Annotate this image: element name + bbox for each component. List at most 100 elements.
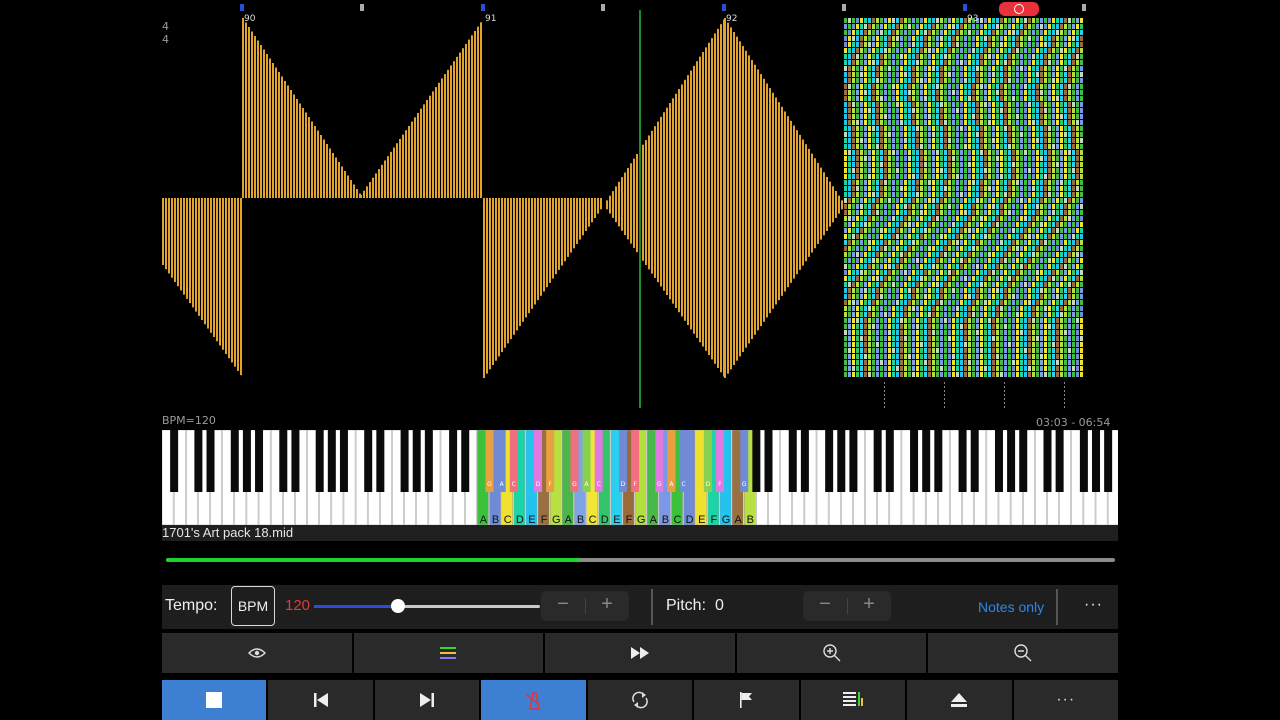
key-note-label[interactable]: D	[686, 514, 694, 525]
eject-button[interactable]	[907, 680, 1012, 720]
tempo-plus-button[interactable]: +	[585, 593, 629, 616]
piano-keys[interactable]: A B C D E F G A B C D E F G A B C D E F G A BG A C D F G A C D F G A C D F G	[162, 430, 1118, 525]
key-note-label[interactable]: A	[565, 514, 573, 525]
black-key-label[interactable]: G	[742, 481, 747, 488]
key-note-label[interactable]: G	[722, 514, 731, 525]
black-key[interactable]	[170, 430, 179, 492]
key-note-label[interactable]: A	[480, 514, 488, 525]
black-key-label[interactable]: F	[718, 481, 722, 488]
key-note-label[interactable]: C	[674, 514, 682, 525]
black-key[interactable]	[242, 430, 251, 492]
key-note-label[interactable]: E	[613, 514, 620, 525]
black-key[interactable]	[206, 430, 215, 492]
tracks-button[interactable]	[800, 680, 906, 720]
key-note-label[interactable]: F	[711, 514, 718, 525]
key-note-label[interactable]: B	[662, 514, 669, 525]
black-key-label[interactable]: C	[597, 481, 601, 488]
black-key[interactable]	[279, 430, 288, 492]
black-key[interactable]	[412, 430, 421, 492]
loop-button[interactable]	[587, 680, 693, 720]
black-key[interactable]	[339, 430, 348, 492]
tempo-slider[interactable]	[314, 599, 540, 613]
black-key[interactable]	[449, 430, 458, 492]
skip-forward-button[interactable]	[374, 680, 480, 720]
key-note-label[interactable]: E	[528, 514, 535, 525]
black-key[interactable]	[752, 430, 761, 492]
black-key[interactable]	[825, 430, 834, 492]
black-key[interactable]	[424, 430, 433, 492]
tempo-minus-button[interactable]: −	[541, 593, 585, 616]
key-note-label[interactable]: C	[589, 514, 597, 525]
zoom-in-button[interactable]	[736, 633, 927, 673]
black-key[interactable]	[958, 430, 967, 492]
black-key[interactable]	[1019, 430, 1028, 492]
pitch-plus-button[interactable]: +	[847, 593, 891, 616]
black-key-label[interactable]: D	[621, 481, 626, 488]
black-key[interactable]	[885, 430, 894, 492]
black-key[interactable]	[230, 430, 239, 492]
black-key[interactable]	[1079, 430, 1088, 492]
pitch-stepper[interactable]: − +	[803, 591, 891, 621]
skip-back-button[interactable]	[268, 680, 373, 720]
black-key[interactable]	[934, 430, 943, 492]
black-key-label[interactable]: G	[487, 481, 492, 488]
piano-roll[interactable]: 4 4 90 91 92 93	[162, 0, 1118, 410]
black-key[interactable]	[910, 430, 919, 492]
key-note-label[interactable]: G	[637, 514, 646, 525]
key-note-label[interactable]: B	[577, 514, 584, 525]
black-key-label[interactable]: C	[681, 481, 685, 488]
black-key[interactable]	[291, 430, 300, 492]
key-note-label[interactable]: F	[541, 514, 548, 525]
black-key[interactable]	[788, 430, 797, 492]
black-key[interactable]	[764, 430, 773, 492]
key-note-label[interactable]: A	[735, 514, 743, 525]
tempo-stepper[interactable]: − +	[541, 591, 629, 621]
key-note-label[interactable]: G	[552, 514, 561, 525]
black-key[interactable]	[461, 430, 470, 492]
key-note-label[interactable]: D	[601, 514, 609, 525]
visibility-button[interactable]	[162, 633, 352, 673]
black-key-label[interactable]: G	[572, 481, 577, 488]
record-marker[interactable]	[999, 2, 1039, 16]
black-key[interactable]	[970, 430, 979, 492]
black-key[interactable]	[1055, 430, 1064, 492]
more-button[interactable]: ···	[1013, 680, 1118, 720]
black-key[interactable]	[837, 430, 846, 492]
key-note-label[interactable]: A	[650, 514, 658, 525]
black-key[interactable]	[1092, 430, 1101, 492]
more-options-button[interactable]: ···	[1084, 596, 1103, 614]
piano-keyboard[interactable]: ABCDEFGABCDEFGABCDEFGABGACDFGACDFGACDFG	[162, 430, 1118, 525]
tempo-slider-knob[interactable]	[390, 599, 405, 613]
pitch-minus-button[interactable]: −	[803, 593, 847, 616]
black-key[interactable]	[400, 430, 409, 492]
black-key-label[interactable]: C	[512, 481, 516, 488]
black-key[interactable]	[255, 430, 264, 492]
track-colors-button[interactable]	[353, 633, 544, 673]
black-key[interactable]	[1043, 430, 1052, 492]
black-key-label[interactable]: F	[633, 481, 637, 488]
notes-only-button[interactable]: Notes only	[978, 599, 1044, 615]
black-key[interactable]	[194, 430, 203, 492]
black-key-label[interactable]: D	[706, 481, 711, 488]
black-key[interactable]	[994, 430, 1003, 492]
black-key[interactable]	[922, 430, 931, 492]
key-note-label[interactable]: B	[492, 514, 499, 525]
key-note-label[interactable]: B	[747, 514, 754, 525]
black-key-label[interactable]: G	[657, 481, 662, 488]
fast-forward-button[interactable]	[545, 633, 735, 673]
bpm-button[interactable]: BPM	[231, 586, 275, 626]
key-note-label[interactable]: D	[516, 514, 524, 525]
black-key[interactable]	[1104, 430, 1113, 492]
black-key[interactable]	[849, 430, 858, 492]
key-note-label[interactable]: F	[626, 514, 633, 525]
zoom-out-button[interactable]	[928, 633, 1118, 673]
metronome-button[interactable]	[481, 680, 586, 720]
black-key[interactable]	[1007, 430, 1016, 492]
key-note-label[interactable]: E	[698, 514, 705, 525]
stop-button[interactable]	[162, 680, 267, 720]
black-key[interactable]	[364, 430, 373, 492]
black-key-label[interactable]: F	[548, 481, 552, 488]
black-key-label[interactable]: D	[536, 481, 541, 488]
marker-button[interactable]	[694, 680, 799, 720]
black-key[interactable]	[315, 430, 324, 492]
